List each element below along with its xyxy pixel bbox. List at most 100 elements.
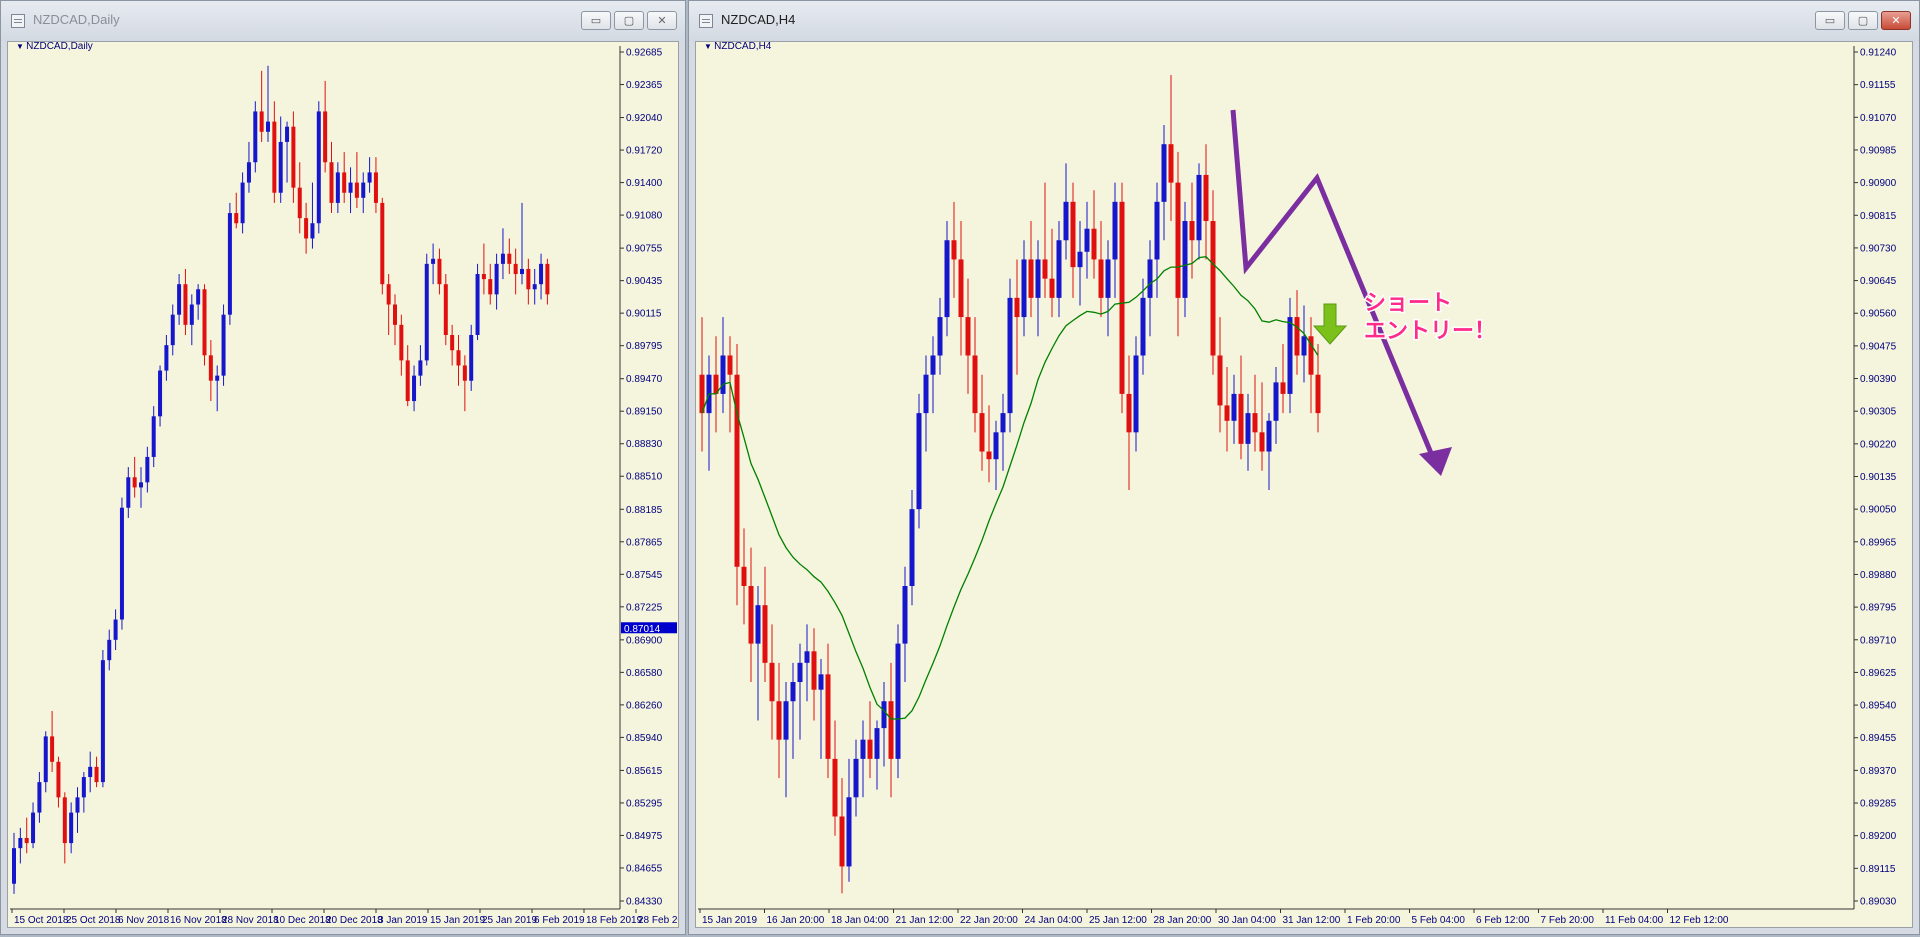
bullish-candle: [335, 172, 340, 203]
bullish-candle: [412, 375, 417, 402]
bullish-candle: [253, 111, 258, 163]
bullish-candle: [221, 314, 226, 376]
bearish-candle: [450, 335, 455, 351]
bullish-candle: [240, 182, 245, 224]
bullish-candle: [107, 639, 112, 661]
price-tick-label: 0.89455: [1860, 733, 1897, 744]
bearish-candle: [776, 701, 782, 740]
bearish-candle: [1049, 278, 1055, 298]
price-tick-label: 0.89370: [1860, 766, 1897, 777]
daily-close-button[interactable]: ✕: [647, 11, 677, 30]
bearish-candle: [329, 162, 334, 203]
time-tick-label: 25 Oct 2018: [66, 915, 121, 926]
daily-candlestick-chart[interactable]: 0.92685 0.92365 0.92040 0.91720 0.91400 0.910…: [8, 42, 679, 928]
bullish-candle: [361, 182, 366, 198]
price-tick-label: 0.89540: [1860, 701, 1897, 712]
daily-chart-window[interactable]: NZDCAD,Daily ▭ ▢ ✕ 0.92685 0.92365 0.92040…: [0, 0, 686, 935]
bearish-candle: [1203, 174, 1209, 222]
bullish-candle: [1007, 297, 1013, 414]
price-tick-label: 0.90475: [1860, 341, 1897, 352]
bullish-candle: [916, 413, 922, 510]
daily-minimize-button[interactable]: ▭: [581, 11, 611, 30]
h4-minimize-button[interactable]: ▭: [1815, 11, 1845, 30]
bullish-candle: [909, 509, 915, 586]
bullish-candle: [993, 432, 999, 460]
bullish-candle: [494, 263, 499, 295]
trend-arrow-head: [1419, 447, 1452, 476]
h4-maximize-button[interactable]: ▢: [1848, 11, 1878, 30]
time-tick-label: 30 Jan 04:00: [1218, 915, 1276, 926]
bullish-candle: [937, 317, 943, 356]
bullish-candle: [1182, 221, 1188, 298]
bullish-candle: [418, 360, 423, 376]
bullish-candle: [37, 782, 42, 813]
bearish-candle: [513, 263, 518, 275]
bullish-candle: [1140, 297, 1146, 356]
bearish-candle: [741, 566, 747, 586]
price-tick-label: 0.90220: [1860, 439, 1897, 450]
current-price-label: 0.87014: [624, 624, 661, 635]
price-tick-label: 0.90390: [1860, 374, 1897, 385]
bullish-candle: [215, 375, 220, 381]
bearish-candle: [832, 758, 838, 817]
bearish-candle: [1238, 393, 1244, 444]
bullish-candle: [367, 172, 372, 183]
short-entry-down-arrow-icon: [1312, 303, 1348, 345]
bullish-candle: [196, 289, 201, 305]
h4-chart-area[interactable]: 0.91240 0.91155 0.91070 0.90985 0.90900 0.908…: [695, 41, 1913, 928]
daily-maximize-button[interactable]: ▢: [614, 11, 644, 30]
daily-chart-area[interactable]: 0.92685 0.92365 0.92040 0.91720 0.91400 0.910…: [7, 41, 679, 928]
daily-window-title: NZDCAD,Daily: [33, 12, 120, 27]
bullish-candle: [923, 374, 929, 414]
bearish-candle: [748, 585, 754, 644]
bullish-candle: [126, 477, 131, 508]
bearish-candle: [342, 172, 347, 193]
bullish-candle: [1154, 201, 1160, 260]
bullish-candle: [520, 268, 524, 275]
bearish-candle: [545, 263, 550, 295]
time-tick-label: 22 Jan 20:00: [960, 915, 1018, 926]
bearish-candle: [272, 121, 277, 193]
bullish-candle: [177, 284, 182, 315]
price-tick-label: 0.90985: [1860, 145, 1897, 156]
h4-window-title: NZDCAD,H4: [721, 12, 796, 27]
bullish-candle: [31, 812, 36, 844]
bearish-candle: [481, 274, 486, 280]
price-tick-label: 0.90135: [1860, 472, 1897, 483]
bullish-candle: [348, 182, 353, 193]
bearish-candle: [462, 365, 467, 381]
h4-chart-window[interactable]: NZDCAD,H4 ▭ ▢ ✕ 0.91240 0.91155 0.91070 0.9…: [688, 0, 1920, 935]
bullish-candle: [874, 728, 880, 759]
price-tick-label: 0.90115: [626, 309, 662, 320]
bullish-candle: [151, 416, 156, 457]
bearish-candle: [1168, 144, 1174, 183]
h4-titlebar[interactable]: NZDCAD,H4 ▭ ▢ ✕: [689, 1, 1919, 41]
h4-close-button[interactable]: ✕: [1881, 11, 1911, 30]
bearish-candle: [202, 289, 207, 356]
h4-candlestick-chart[interactable]: 0.91240 0.91155 0.91070 0.90985 0.90900 0.908…: [696, 42, 1913, 928]
bearish-candle: [986, 451, 992, 460]
bullish-candle: [902, 585, 908, 644]
bearish-candle: [526, 268, 531, 290]
daily-titlebar[interactable]: NZDCAD,Daily ▭ ▢ ✕: [1, 1, 685, 41]
price-tick-label: 0.89030: [1860, 897, 1897, 908]
bearish-candle: [811, 651, 817, 690]
bullish-candle: [189, 304, 194, 325]
bullish-candle: [1301, 336, 1307, 356]
price-tick-label: 0.84330: [626, 897, 663, 908]
bullish-candle: [1056, 240, 1062, 298]
bearish-candle: [951, 240, 957, 260]
price-tick-label: 0.85615: [626, 766, 663, 777]
price-tick-label: 0.89710: [1860, 635, 1897, 646]
time-tick-label: 28 Jan 20:00: [1154, 915, 1212, 926]
bearish-candle: [1294, 317, 1300, 356]
bearish-candle: [132, 477, 137, 488]
bullish-candle: [431, 258, 436, 264]
bullish-candle: [469, 335, 474, 381]
bullish-candle: [119, 507, 124, 620]
bullish-candle: [1273, 382, 1279, 421]
bullish-candle: [895, 643, 901, 759]
bullish-candle: [944, 240, 950, 318]
bearish-candle: [437, 258, 442, 285]
time-tick-label: 25 Jan 12:00: [1089, 915, 1147, 926]
